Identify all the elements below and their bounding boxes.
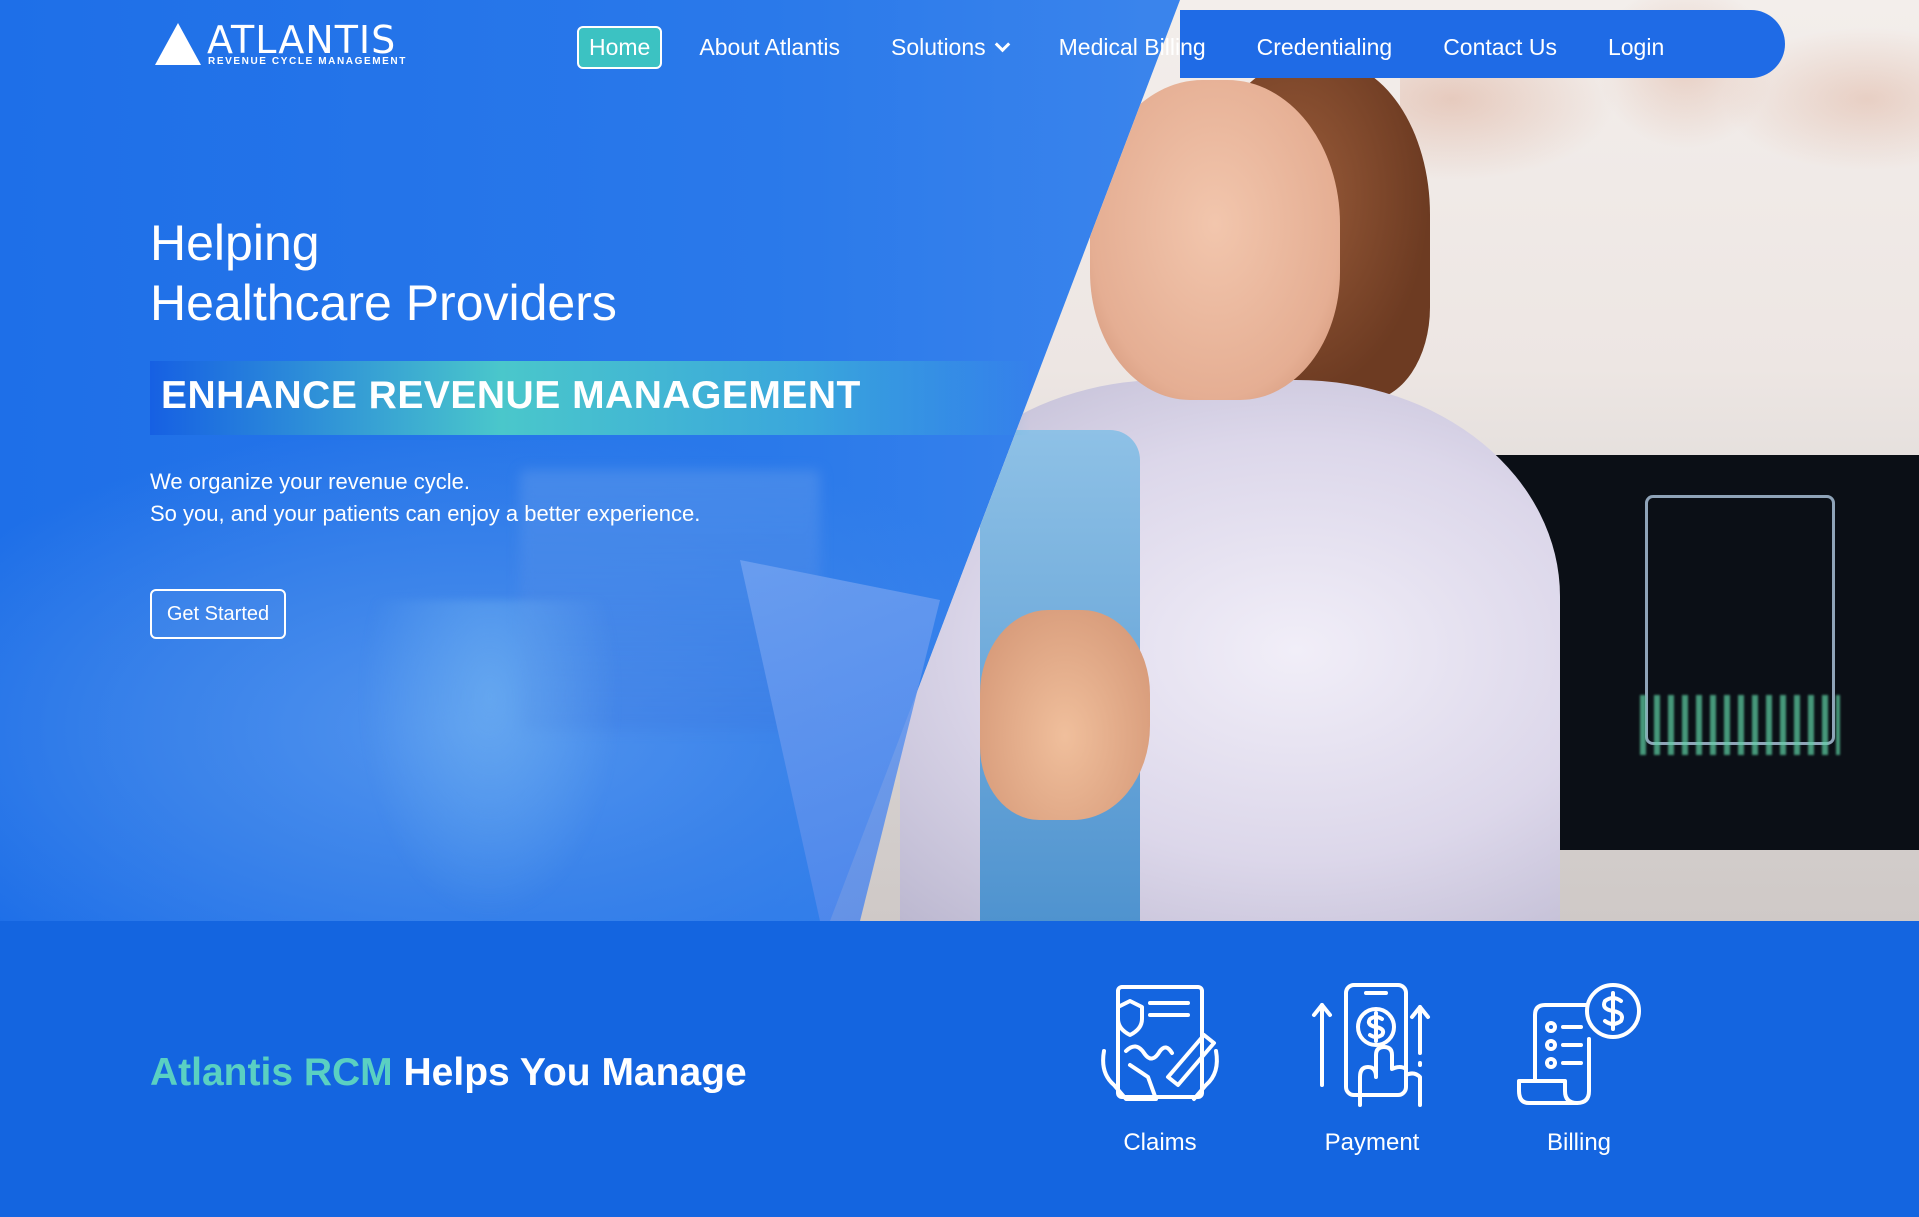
nav-item-solutions-label: Solutions xyxy=(891,33,986,60)
hero-desc-line1: We organize your revenue cycle. xyxy=(150,469,470,494)
photo-screen-wave xyxy=(1640,695,1840,755)
get-started-button[interactable]: Get Started xyxy=(150,589,286,639)
nav-item-about[interactable]: About Atlantis xyxy=(699,34,840,61)
nav-item-medical-billing[interactable]: Medical Billing xyxy=(1059,34,1206,61)
hero-background-person xyxy=(360,600,620,921)
main-nav: Home About Atlantis Solutions Medical Bi… xyxy=(577,25,1715,69)
manage-heading-accent: Atlantis RCM xyxy=(150,1051,393,1094)
nav-item-solutions[interactable]: Solutions xyxy=(891,33,1010,61)
payment-icon xyxy=(1312,983,1430,1107)
feature-claims[interactable]: Claims xyxy=(1085,981,1235,1157)
hero-title-line2: Healthcare Providers xyxy=(150,275,617,331)
brand-tagline: REVENUE CYCLE MANAGEMENT xyxy=(208,56,407,67)
hero-banner: ENHANCE REVENUE MANAGEMENT xyxy=(150,361,1030,435)
feature-billing-label: Billing xyxy=(1546,1129,1612,1156)
manage-heading: Atlantis RCM Helps You Manage xyxy=(150,1051,747,1095)
nav-item-home[interactable]: Home xyxy=(577,25,663,69)
hero-title: Helping Healthcare Providers xyxy=(150,213,617,333)
feature-billing[interactable]: Billing xyxy=(1504,981,1654,1157)
hero-section: Helping Healthcare Providers ENHANCE REV… xyxy=(0,0,1919,921)
nav-item-credentialing[interactable]: Credentialing xyxy=(1257,34,1393,61)
hero-description: We organize your revenue cycle. So you, … xyxy=(150,466,700,530)
claims-icon xyxy=(1101,985,1219,1101)
manage-heading-rest: Helps You Manage xyxy=(392,1051,747,1094)
hero-desc-line2: So you, and your patients can enjoy a be… xyxy=(150,501,701,526)
feature-claims-label: Claims xyxy=(1123,1129,1197,1156)
manage-section: Atlantis RCM Helps You Manage Claims Pay… xyxy=(0,921,1919,1217)
billing-icon xyxy=(1517,983,1641,1105)
feature-payment-label: Payment xyxy=(1324,1129,1420,1156)
chevron-down-icon xyxy=(994,36,1010,52)
nav-item-contact[interactable]: Contact Us xyxy=(1443,34,1557,61)
logo-triangle-icon xyxy=(155,23,201,65)
hero-title-line1: Helping xyxy=(150,215,320,271)
nav-item-login[interactable]: Login xyxy=(1608,34,1664,61)
photo-thumbs-up xyxy=(980,610,1150,820)
brand-logo[interactable]: ATLANTIS REVENUE CYCLE MANAGEMENT xyxy=(155,18,415,70)
hero-banner-text: ENHANCE REVENUE MANAGEMENT xyxy=(161,374,861,417)
feature-payment[interactable]: Payment xyxy=(1297,981,1447,1157)
photo-face xyxy=(1090,80,1340,400)
